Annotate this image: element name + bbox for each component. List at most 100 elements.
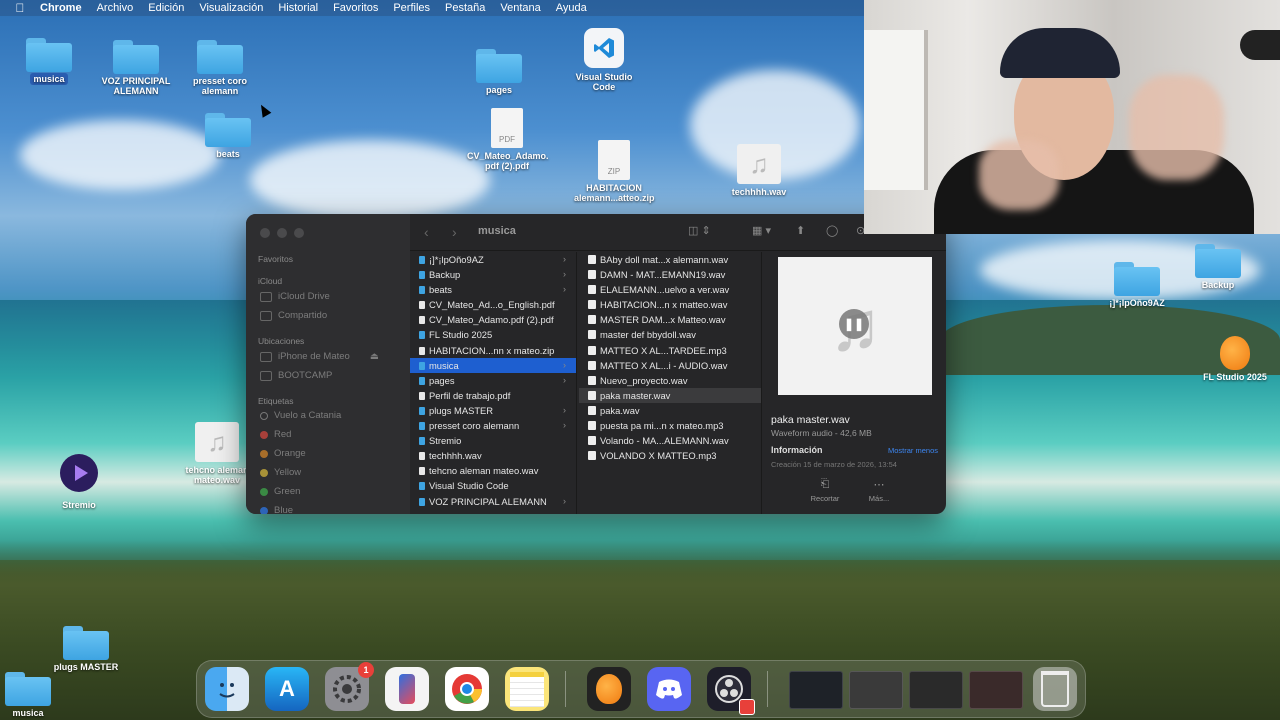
file-row[interactable]: pages › (410, 373, 576, 388)
file-row[interactable]: Backup › (410, 267, 576, 282)
minimized-window-thumbnail[interactable] (849, 671, 903, 709)
sidebar-tag-red[interactable]: Red (260, 429, 291, 440)
sidebar-tag-yellow[interactable]: Yellow (260, 467, 301, 478)
apple-icon[interactable]:  (0, 1, 40, 15)
back-chevron-icon[interactable]: ‹ (424, 224, 429, 240)
file-row[interactable]: paka.wav (579, 403, 761, 418)
tag-icon[interactable]: ◯ (826, 224, 838, 237)
desktop-icon-cv-pdf[interactable]: PDF CV_Mateo_Adamo. pdf (2).pdf (467, 108, 549, 171)
group-icon[interactable]: ▦ ▾ (752, 224, 771, 237)
audio-file-icon (588, 451, 596, 461)
share-icon[interactable]: ⬆ (796, 224, 805, 237)
file-row[interactable]: Visual Studio Code (410, 478, 576, 493)
file-row[interactable]: VOLANDO X MATTEO.mp3 (579, 448, 761, 463)
file-row[interactable]: MASTER DAM...x Matteo.wav (579, 312, 761, 327)
file-row[interactable]: ELALEMANN...uelvo a ver.wav (579, 282, 761, 297)
desktop-icon-pages[interactable]: pages (459, 49, 539, 95)
file-row[interactable]: MATTEO X AL...TARDEE.mp3 (579, 343, 761, 358)
file-row[interactable]: plugs MASTER › (410, 403, 576, 418)
desktop-icon-musica-bottom[interactable]: musica (0, 672, 68, 718)
system-settings-dock-icon[interactable]: 1 (325, 662, 374, 711)
file-row[interactable]: techhhh.wav (410, 448, 576, 463)
file-row[interactable]: puesta pa mi...n x mateo.mp3 (579, 418, 761, 433)
app-store-dock-icon[interactable]: A (265, 667, 309, 711)
desktop-icon-plugs-master[interactable]: plugs MASTER (46, 626, 126, 672)
file-row[interactable]: Volando - MA...ALEMANN.wav (579, 433, 761, 448)
menu-archivo[interactable]: Archivo (97, 2, 134, 14)
file-row[interactable]: MATTEO X AL...i - AUDIO.wav (579, 358, 761, 373)
menu-ventana[interactable]: Ventana (500, 2, 540, 14)
minimize-window-button[interactable] (277, 228, 287, 238)
sidebar-tag-green[interactable]: Green (260, 486, 300, 497)
file-row[interactable]: DAMN - MAT...EMANN19.wav (579, 267, 761, 282)
file-row[interactable]: tehcno aleman mateo.wav (410, 463, 576, 478)
discord-dock-icon[interactable] (647, 667, 691, 711)
menu-historial[interactable]: Historial (278, 2, 318, 14)
desktop-icon-fl-studio[interactable]: FL Studio 2025 (1195, 336, 1275, 382)
file-row[interactable]: BAby doll mat...x alemann.wav (579, 252, 761, 267)
chrome-dock-icon[interactable] (445, 667, 489, 711)
file-row[interactable]: beats › (410, 282, 576, 297)
desktop-icon-musica[interactable]: musica (9, 38, 89, 85)
sidebar-item-bootcamp[interactable]: BOOTCAMP (260, 370, 332, 381)
minimized-window-thumbnail[interactable] (909, 671, 963, 709)
menu-pestana[interactable]: Pestaña (445, 2, 485, 14)
desktop-icon-stremio[interactable]: Stremio (39, 454, 119, 510)
notes-dock-icon[interactable] (505, 667, 549, 711)
minimized-window-thumbnail[interactable] (969, 671, 1023, 709)
trim-button[interactable]: ⎗ Recortar (800, 478, 850, 503)
menu-edicion[interactable]: Edición (148, 2, 184, 14)
menu-perfiles[interactable]: Perfiles (393, 2, 430, 14)
file-row[interactable]: VOZ PRINCIPAL ALEMANN › (410, 494, 576, 509)
desktop-icon-habitacion-zip[interactable]: ZIP HABITACION alemann...atteo.zip (574, 140, 655, 203)
file-row[interactable]: CV_Mateo_Ad...o_English.pdf (410, 297, 576, 312)
more-button[interactable]: ⋯ Más... (854, 478, 904, 503)
file-row[interactable]: Nuevo_proyecto.wav (579, 373, 761, 388)
menu-visualizacion[interactable]: Visualización (199, 2, 263, 14)
fl-studio-dock-icon[interactable] (587, 667, 631, 711)
sidebar-tag-blue[interactable]: Blue (260, 505, 293, 514)
file-row[interactable]: paka master.wav (579, 387, 761, 403)
desktop-icon-presset[interactable]: presset coro alemann (180, 40, 260, 96)
file-row[interactable]: presset coro alemann › (410, 418, 576, 433)
file-row[interactable]: HABITACION...n x matteo.wav (579, 297, 761, 312)
sidebar-item-iphone[interactable]: iPhone de Mateo ⏏ (260, 351, 379, 362)
file-row[interactable]: FL Studio 2025 (410, 327, 576, 342)
desktop-icon-techhhh[interactable]: ♫ techhhh.wav (719, 144, 799, 197)
eject-icon[interactable]: ⏏ (370, 351, 379, 362)
finder-dock-icon[interactable] (205, 667, 249, 711)
sidebar-tag-orange[interactable]: Orange (260, 448, 306, 459)
sidebar-item-icloud-drive[interactable]: iCloud Drive (260, 291, 330, 302)
desktop-icon-vscode[interactable]: Visual Studio Code (564, 28, 644, 92)
minimized-window-thumbnail[interactable] (789, 671, 843, 709)
desktop-icon-backup[interactable]: Backup (1178, 244, 1258, 290)
close-window-button[interactable] (260, 228, 270, 238)
desktop-icon-tehcno[interactable]: ♫ tehcno aleman mateo.wav (177, 422, 257, 485)
file-row[interactable]: ¡]*¡lpOño9AZ › (410, 252, 576, 267)
show-less-link[interactable]: Mostrar menos (888, 446, 938, 455)
file-row[interactable]: musica › (410, 357, 576, 373)
audio-file-icon (588, 270, 596, 280)
sidebar-tag-vuelo[interactable]: Vuelo a Catania (260, 410, 341, 421)
forward-chevron-icon[interactable]: › (452, 224, 457, 240)
sidebar-item-compartido[interactable]: Compartido (260, 310, 327, 321)
menu-ayuda[interactable]: Ayuda (556, 2, 587, 14)
file-row[interactable]: master def bbydoll.wav (579, 327, 761, 342)
desktop-icon-voz-principal[interactable]: VOZ PRINCIPAL ALEMANN (96, 40, 176, 96)
menu-favoritos[interactable]: Favoritos (333, 2, 378, 14)
file-row[interactable]: Perfil de trabajo.pdf (410, 388, 576, 403)
sidebar-item-label: Green (274, 486, 301, 497)
trash-dock-icon[interactable] (1033, 667, 1077, 711)
audio-file-icon (588, 285, 596, 295)
desktop-icon-jpono[interactable]: ¡]*¡lpOño9AZ (1097, 262, 1177, 308)
file-row[interactable]: HABITACION...nn x mateo.zip (410, 343, 576, 358)
iphone-mirroring-dock-icon[interactable] (385, 667, 429, 711)
menu-app-chrome[interactable]: Chrome (40, 2, 82, 14)
file-row[interactable]: Stremio (410, 433, 576, 448)
obs-dock-icon[interactable] (707, 667, 755, 715)
column-view-icon[interactable]: ◫ ⇕ (688, 224, 711, 237)
file-row[interactable]: CV_Mateo_Adamo.pdf (2).pdf (410, 312, 576, 327)
zoom-window-button[interactable] (294, 228, 304, 238)
pause-button[interactable]: ❚❚ (839, 309, 869, 339)
desktop-icon-beats[interactable]: beats (188, 113, 268, 159)
